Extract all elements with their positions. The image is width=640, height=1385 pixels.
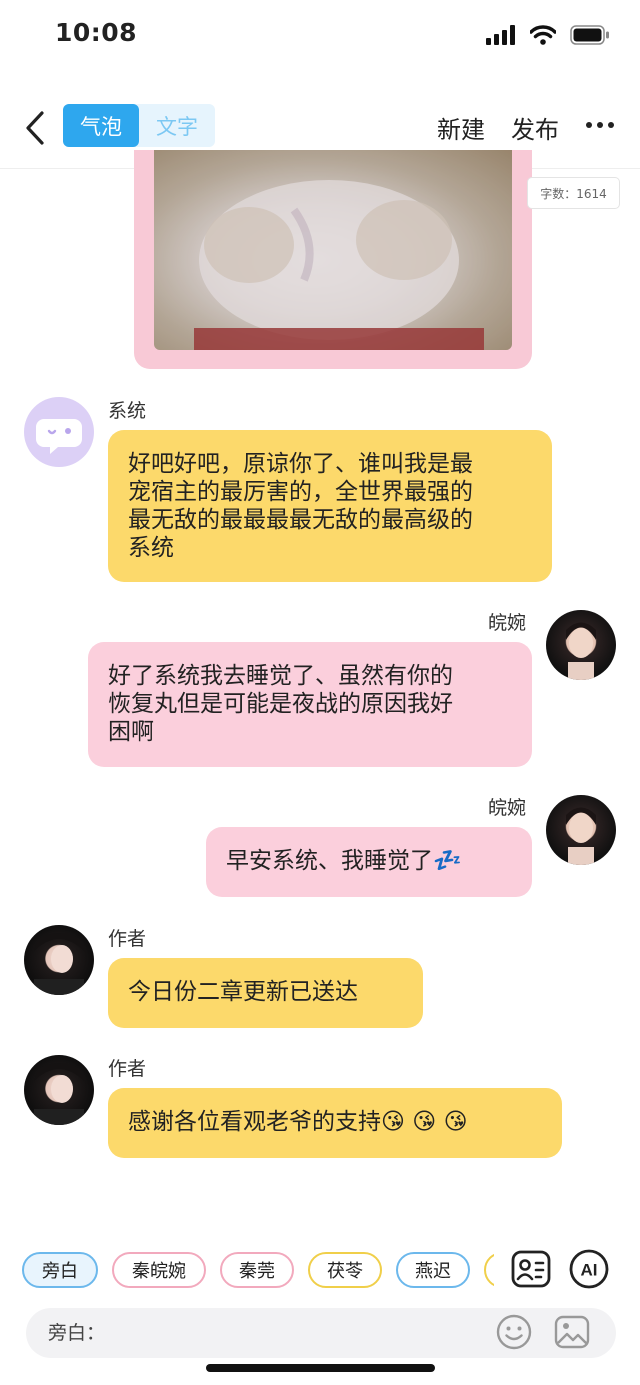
character-card-icon[interactable]: [510, 1248, 552, 1290]
message-bubble[interactable]: 早安系统、我睡觉了💤: [206, 827, 532, 897]
message-line: 困啊: [108, 719, 154, 745]
smiley-icon[interactable]: [495, 1313, 533, 1351]
chip-narration[interactable]: 旁白: [22, 1252, 98, 1288]
chip-overflow[interactable]: [484, 1252, 494, 1288]
tab-text[interactable]: 文字: [139, 104, 215, 147]
word-count-badge: 字数：1614: [527, 177, 620, 209]
wanwan-avatar[interactable]: [546, 795, 616, 865]
author-avatar[interactable]: [24, 1055, 94, 1125]
message-line: 好吧好吧，原谅你了、谁叫我是最: [128, 451, 473, 477]
home-indicator: [206, 1364, 435, 1372]
chip-yanchi[interactable]: 燕迟: [396, 1252, 470, 1288]
message-line: 宠宿主的最厉害的，全世界最强的: [128, 479, 473, 505]
author-avatar[interactable]: [24, 925, 94, 995]
speaker-name: 作者: [108, 928, 147, 950]
chip-qin-wan[interactable]: 秦莞: [220, 1252, 294, 1288]
wanwan-avatar[interactable]: [546, 610, 616, 680]
chip-qin-wanwan[interactable]: 秦皖婉: [112, 1252, 206, 1288]
system-avatar[interactable]: [24, 397, 94, 467]
message-bubble[interactable]: 今日份二章更新已送达: [108, 958, 423, 1028]
chip-fuling[interactable]: 茯苓: [308, 1252, 382, 1288]
message-line: 恢复丸但是可能是夜战的原因我好: [108, 691, 453, 717]
message-text: 今日份二章更新已送达: [128, 979, 358, 1005]
speaker-name: 作者: [108, 1058, 147, 1080]
input-label: 旁白：: [48, 1322, 106, 1344]
message-bubble[interactable]: 感谢各位看观老爷的支持😘 😘 😘: [108, 1088, 562, 1158]
mode-toggle: 气泡 文字: [63, 104, 215, 147]
speaker-name: 皖婉: [488, 797, 527, 819]
new-button[interactable]: 新建: [437, 110, 485, 145]
wifi-icon: [530, 25, 556, 45]
svg-text:AI: AI: [581, 1261, 598, 1280]
message-text: 感谢各位看观老爷的支持: [128, 1109, 381, 1135]
speaker-name: 皖婉: [488, 612, 527, 634]
status-time: 10:08: [55, 18, 138, 47]
publish-button[interactable]: 发布: [511, 110, 559, 145]
image-icon[interactable]: [553, 1313, 591, 1351]
chat-bubble-icon: [36, 419, 82, 454]
speaker-name: 系统: [108, 400, 147, 422]
meme-image: [154, 150, 512, 350]
more-icon[interactable]: [585, 108, 615, 142]
ai-icon[interactable]: AI: [568, 1248, 610, 1290]
message-text: 早安系统、我睡觉了: [226, 848, 433, 874]
message-bubble[interactable]: 好了系统我去睡觉了、虽然有你的 恢复丸但是可能是夜战的原因我好 困啊: [88, 642, 532, 767]
message-bubble[interactable]: 好吧好吧，原谅你了、谁叫我是最 宠宿主的最厉害的，全世界最强的 最无敌的最最最最…: [108, 430, 552, 582]
tab-bubble[interactable]: 气泡: [63, 104, 139, 147]
sleep-emoji: 💤: [433, 848, 462, 874]
status-icons: [486, 22, 610, 48]
battery-icon: [570, 25, 609, 45]
signal-icon: [486, 25, 515, 45]
kiss-emoji: 😘 😘 😘: [381, 1109, 468, 1135]
message-line: 系统: [128, 535, 174, 561]
message-line: 好了系统我去睡觉了、虽然有你的: [108, 663, 453, 689]
back-arrow-icon[interactable]: [18, 108, 58, 148]
message-line: 最无敌的最最最最无敌的最高级的: [128, 507, 473, 533]
